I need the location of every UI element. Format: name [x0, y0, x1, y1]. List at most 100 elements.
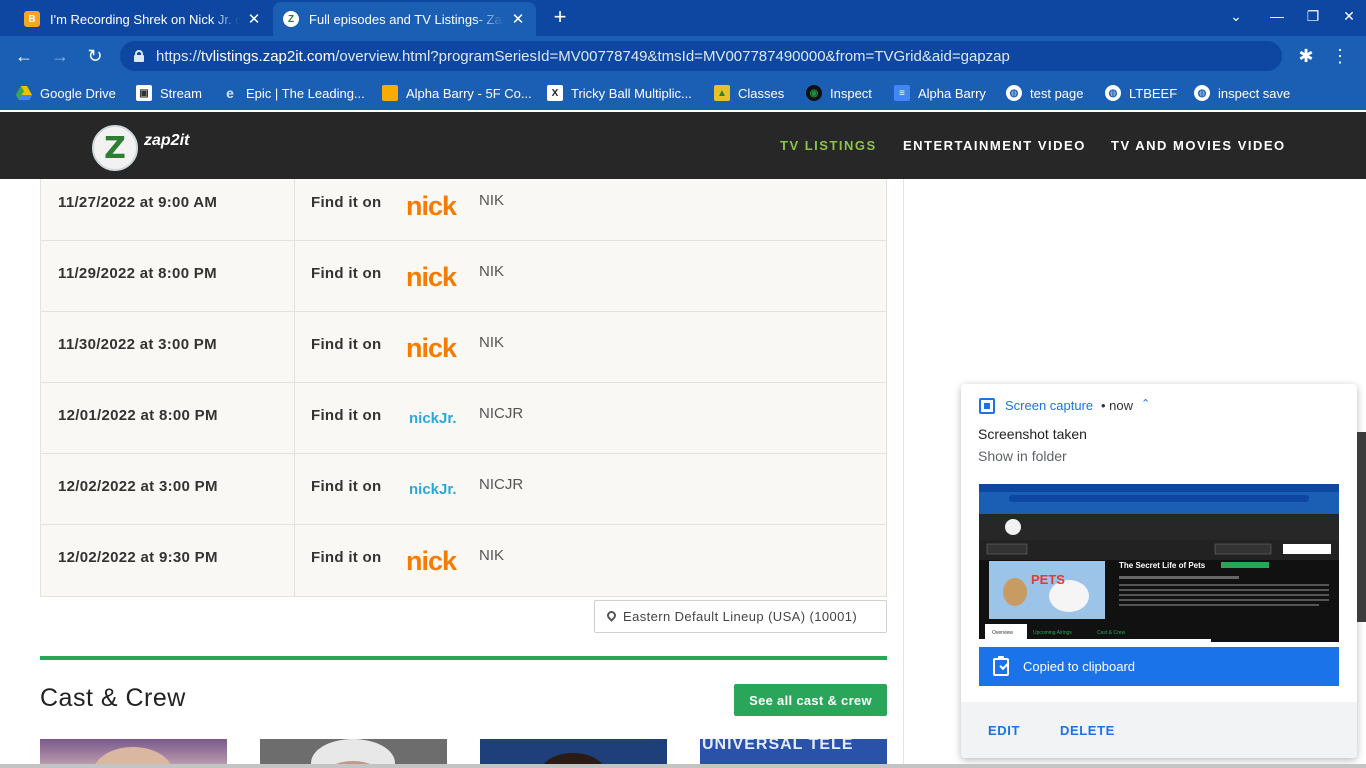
airing-datetime: 12/01/2022 at 8:00 PM: [58, 407, 218, 424]
find-it-on-label: Find it on: [311, 407, 382, 424]
close-window-icon[interactable]: ✕: [1339, 8, 1359, 25]
bookmark-label: Inspect: [830, 85, 872, 101]
bookmark-google-drive[interactable]: Google Drive: [16, 84, 116, 102]
url-host: tvlistings.zap2it.com: [201, 47, 336, 65]
network-callsign: NIK: [479, 192, 505, 209]
logo-text: zap2it: [144, 132, 190, 149]
copied-to-clipboard-banner: Copied to clipboard: [979, 647, 1339, 686]
bookmark-stream[interactable]: ▣ Stream: [136, 84, 202, 102]
network-logo-text: nick: [406, 191, 458, 219]
network-logo-text: nickJr.: [409, 410, 457, 427]
x-icon: X: [547, 85, 563, 101]
bookmark-test-page[interactable]: ◍ test page: [1006, 84, 1084, 102]
cast-crew-heading: Cast & Crew: [40, 684, 186, 712]
lock-icon: [134, 50, 144, 62]
bookmark-tricky-ball[interactable]: X Tricky Ball Multiplic...: [547, 84, 692, 102]
airing-row: 11/27/2022 at 9:00 AM Find it on nick NIK: [41, 179, 886, 241]
network-callsign: NIK: [479, 334, 505, 351]
nav-tv-listings[interactable]: TV LISTINGS: [780, 138, 877, 153]
bookmark-alpha-barry-5f[interactable]: Alpha Barry - 5F Co...: [382, 84, 532, 102]
page-scrollbar-thumb[interactable]: [1357, 432, 1366, 622]
find-it-on-label: Find it on: [311, 549, 382, 566]
google-drive-icon: [16, 86, 32, 100]
bookmark-label: Epic | The Leading...: [246, 85, 365, 101]
new-tab-button[interactable]: +: [548, 6, 572, 30]
bookmark-label: Classes: [738, 85, 785, 101]
stream-icon: ▣: [136, 85, 152, 101]
forward-arrow-icon[interactable]: →: [48, 44, 72, 68]
classroom-icon: [382, 85, 398, 101]
site-header: Z zap2it TV LISTINGS ENTERTAINMENT VIDEO…: [0, 112, 1366, 179]
column-divider: [294, 241, 295, 312]
bookmark-alpha-barry[interactable]: ≡ Alpha Barry: [894, 84, 986, 102]
tab-title: I'm Recording Shrek on Nick Jr. on: [50, 11, 240, 27]
nick-logo[interactable]: nick: [406, 546, 468, 574]
globe-icon: ◍: [1194, 85, 1210, 101]
see-all-cast-button[interactable]: See all cast & crew: [734, 684, 887, 716]
network-callsign: NIK: [479, 263, 505, 280]
docs-icon: ≡: [894, 85, 910, 101]
column-divider: [294, 312, 295, 383]
bookmark-inspect-save[interactable]: ◍ inspect save: [1194, 84, 1290, 102]
address-bar[interactable]: https://tvlistings.zap2it.com/overview.h…: [120, 41, 1282, 71]
preview-tab: Cast & Crew: [1097, 630, 1125, 636]
column-divider: [294, 179, 295, 241]
upcoming-airings-table: 11/27/2022 at 9:00 AM Find it on nick NIK 11…: [40, 179, 887, 597]
bookmark-label: test page: [1030, 85, 1084, 101]
tab-recording-shrek[interactable]: B I'm Recording Shrek on Nick Jr. on ✕: [14, 2, 272, 36]
url-path: /overview.html?programSeriesId=MV0077874…: [335, 47, 1010, 65]
notification-title: Screenshot taken: [978, 426, 1087, 442]
epic-icon: e: [226, 85, 234, 101]
airing-row: 12/02/2022 at 9:30 PM Find it on nick NIK: [41, 525, 886, 596]
close-tab-icon[interactable]: ✕: [246, 10, 262, 28]
inspect-icon: ◉: [806, 85, 822, 101]
airing-row: 12/02/2022 at 3:00 PM Find it on nickJr. NI…: [41, 454, 886, 525]
edit-button[interactable]: EDIT: [988, 723, 1020, 738]
network-logo-text: nick: [406, 262, 458, 290]
reload-icon[interactable]: ↻: [83, 44, 107, 68]
bookmark-label: inspect save: [1218, 85, 1291, 101]
back-arrow-icon[interactable]: ←: [12, 44, 36, 68]
bookmark-label: Stream: [160, 85, 202, 101]
tab-zap2it[interactable]: Z Full episodes and TV Listings- Zap2it …: [273, 2, 536, 36]
notification-actions: EDIT DELETE: [961, 702, 1357, 758]
bookmarks-bar: Google Drive ▣ Stream e Epic | The Leadi…: [0, 76, 1366, 110]
delete-button[interactable]: DELETE: [1060, 723, 1115, 738]
airing-datetime: 12/02/2022 at 9:30 PM: [58, 549, 218, 566]
screen-capture-icon: [979, 398, 995, 414]
bookmark-classes[interactable]: ▲ Classes: [714, 84, 784, 102]
close-tab-icon[interactable]: ✕: [510, 10, 526, 28]
minimize-icon[interactable]: —: [1267, 8, 1287, 24]
preview-tab: Overview: [992, 630, 1013, 636]
classes-icon: ▲: [714, 85, 730, 101]
bookmark-inspect[interactable]: ◉ Inspect: [806, 84, 872, 102]
network-logo-text: nick: [406, 333, 458, 361]
zap2it-logo[interactable]: Z: [92, 125, 138, 171]
restore-icon[interactable]: ❐: [1303, 8, 1323, 25]
nick-jr-logo[interactable]: nickJr.: [406, 404, 468, 432]
screenshot-preview[interactable]: PETS The Secret Life of Pets Overview Up…: [979, 484, 1339, 642]
bookmark-ltbeef[interactable]: ◍ LTBEEF: [1105, 84, 1177, 102]
nav-entertainment-video[interactable]: ENTERTAINMENT VIDEO: [903, 138, 1086, 153]
show-in-folder-link[interactable]: Show in folder: [978, 448, 1067, 464]
tab-search-chevron-icon[interactable]: ⌄: [1226, 8, 1246, 25]
clipboard-label: Copied to clipboard: [1023, 659, 1136, 674]
notification-time: • now: [1101, 398, 1134, 413]
browser-menu-icon[interactable]: ⋮: [1328, 44, 1352, 68]
bookmark-label: Google Drive: [40, 85, 116, 101]
nav-tv-and-movies-video[interactable]: TV AND MOVIES VIDEO: [1111, 138, 1286, 153]
window-bottom-edge: [0, 764, 1366, 768]
nick-logo[interactable]: nick: [406, 191, 468, 219]
nick-logo[interactable]: nick: [406, 262, 468, 290]
extensions-puzzle-icon[interactable]: ✱: [1294, 44, 1318, 68]
lineup-label: Eastern Default Lineup (USA) (10001): [623, 609, 858, 624]
nick-logo[interactable]: nick: [406, 333, 468, 361]
nick-jr-logo[interactable]: nickJr.: [406, 475, 468, 503]
find-it-on-label: Find it on: [311, 336, 382, 353]
collapse-chevron-icon[interactable]: ⌃: [1141, 397, 1150, 410]
airing-datetime: 12/02/2022 at 3:00 PM: [58, 478, 218, 495]
bookmark-label: Alpha Barry - 5F Co...: [406, 85, 532, 101]
lineup-selector-button[interactable]: Eastern Default Lineup (USA) (10001): [594, 600, 887, 633]
network-logo-text: nickJr.: [409, 481, 457, 498]
bookmark-epic[interactable]: e Epic | The Leading...: [222, 84, 365, 102]
